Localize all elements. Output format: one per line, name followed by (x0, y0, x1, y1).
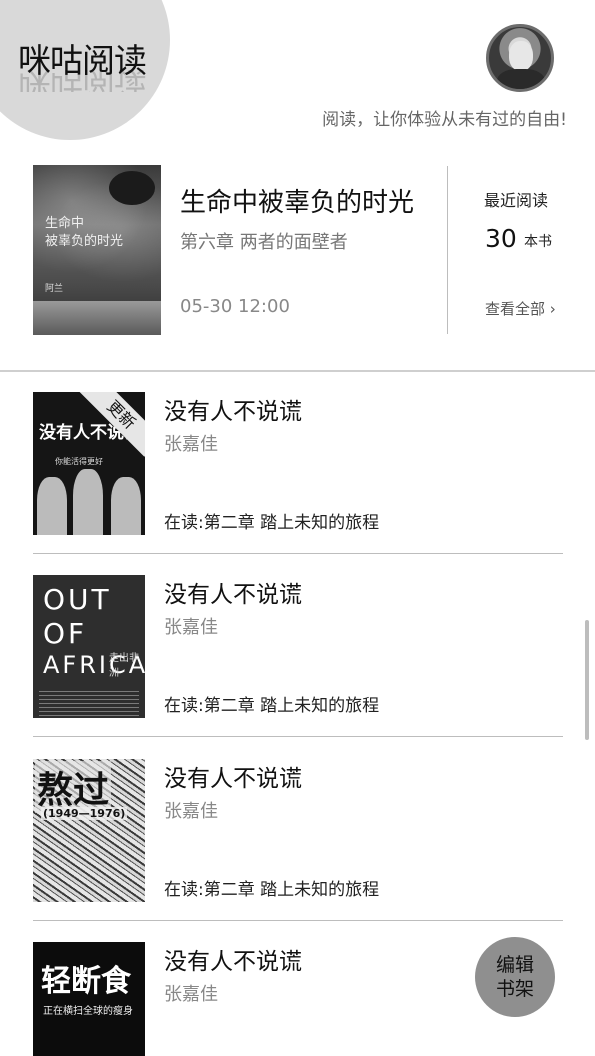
book-list-item[interactable]: 没有人不说谎 你能活得更好 更新 没有人不说谎 张嘉佳 在读:第二章 踏上未知的… (0, 372, 595, 554)
cover-title-line: OUT (43, 583, 112, 616)
cover-subtitle: 正在横扫全球的瘦身 (43, 1006, 133, 1017)
cover-figure (111, 477, 141, 535)
book-title[interactable]: 没有人不说谎 (164, 942, 302, 976)
featured-book-title[interactable]: 生命中被辜负的时光 (180, 182, 414, 219)
edit-button-line1: 编辑 (495, 954, 534, 976)
cover-figure (37, 477, 67, 535)
book-cover[interactable]: 熬过 (1949—1976) (33, 759, 145, 902)
list-divider (33, 553, 563, 554)
cover-title: 熬过 (35, 761, 112, 813)
cover-subtitle: 走出非洲 (109, 653, 139, 679)
cover-author: 阿兰 (45, 284, 64, 294)
book-title[interactable]: 没有人不说谎 (164, 392, 302, 426)
book-cover[interactable]: OUT OF AFRICA 走出非洲 (33, 575, 145, 718)
cover-title-line: OF (43, 617, 88, 650)
edit-bookshelf-button[interactable]: 编辑 书架 (475, 937, 555, 1017)
book-list-item[interactable]: OUT OF AFRICA 走出非洲 没有人不说谎 张嘉佳 在读:第二章 踏上未… (0, 555, 595, 737)
recent-reading-unit: 本书 (524, 234, 552, 250)
book-title[interactable]: 没有人不说谎 (164, 575, 302, 609)
reading-progress: 在读:第二章 踏上未知的旅程 (164, 513, 380, 533)
list-divider (33, 920, 563, 921)
cover-text-block (39, 691, 139, 717)
cover-sea (33, 301, 161, 335)
scrollbar[interactable] (585, 620, 589, 740)
book-cover[interactable]: 轻断食 正在横扫全球的瘦身 (33, 942, 145, 1056)
list-divider (33, 736, 563, 737)
cover-years: (1949—1976) (41, 807, 128, 820)
reading-progress: 在读:第二章 踏上未知的旅程 (164, 696, 380, 716)
avatar-face (509, 41, 533, 71)
book-author: 张嘉佳 (164, 434, 218, 455)
featured-book-time: 05-30 12:00 (180, 296, 290, 317)
book-author: 张嘉佳 (164, 984, 218, 1005)
cover-badge-icon (109, 171, 155, 205)
bookshelf-page: 咪咕阅读 咪咕阅读 阅读，让你体验从未有过的自由! 生命中 被辜负的时光 阿兰 … (0, 0, 595, 1056)
book-author: 张嘉佳 (164, 801, 218, 822)
book-cover[interactable]: 没有人不说谎 你能活得更好 更新 (33, 392, 145, 535)
cover-figure (73, 469, 103, 535)
cover-title: 轻断食 (41, 964, 131, 999)
view-all-link[interactable]: 查看全部 › (485, 298, 556, 319)
recent-reading-count: 30 (485, 224, 517, 253)
avatar-body (497, 69, 545, 89)
book-list-item[interactable]: 熬过 (1949—1976) 没有人不说谎 张嘉佳 在读:第二章 踏上未知的旅程 (0, 739, 595, 921)
cover-subtitle: 你能活得更好 (55, 457, 103, 466)
app-logo-reflection: 咪咕阅读 (18, 70, 146, 92)
user-avatar[interactable] (486, 24, 554, 92)
vertical-divider (447, 166, 448, 334)
book-title[interactable]: 没有人不说谎 (164, 759, 302, 793)
slogan: 阅读，让你体验从未有过的自由! (322, 110, 567, 130)
book-author: 张嘉佳 (164, 617, 218, 638)
recent-reading-label: 最近阅读 (484, 191, 549, 210)
featured-book-card[interactable]: 生命中 被辜负的时光 阿兰 生命中被辜负的时光 第六章 两者的面壁者 05-30… (0, 150, 595, 372)
featured-book-chapter: 第六章 两者的面壁者 (180, 232, 348, 253)
reading-progress: 在读:第二章 踏上未知的旅程 (164, 880, 380, 900)
edit-button-line2: 书架 (495, 978, 534, 1000)
featured-book-cover[interactable]: 生命中 被辜负的时光 阿兰 (33, 165, 161, 335)
cover-title: 生命中 被辜负的时光 (45, 216, 124, 249)
